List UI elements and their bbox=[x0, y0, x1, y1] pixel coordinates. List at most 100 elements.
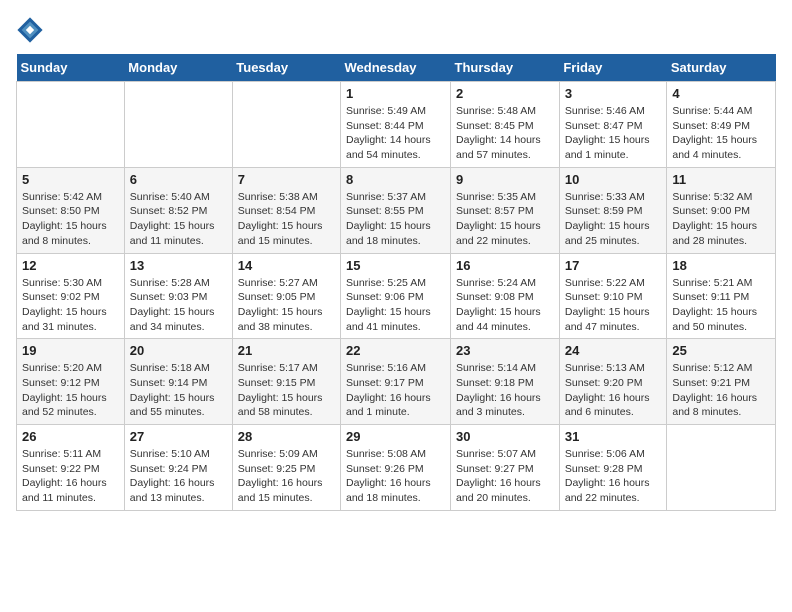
day-number: 10 bbox=[565, 172, 662, 187]
weekday-header-sunday: Sunday bbox=[17, 54, 125, 82]
weekday-header-tuesday: Tuesday bbox=[232, 54, 340, 82]
day-info: Sunrise: 5:20 AM Sunset: 9:12 PM Dayligh… bbox=[22, 361, 119, 420]
page-header bbox=[16, 16, 776, 44]
day-number: 24 bbox=[565, 343, 662, 358]
day-info: Sunrise: 5:27 AM Sunset: 9:05 PM Dayligh… bbox=[238, 276, 335, 335]
day-number: 19 bbox=[22, 343, 119, 358]
calendar-cell: 10 Sunrise: 5:33 AM Sunset: 8:59 PM Dayli… bbox=[559, 167, 667, 253]
day-info: Sunrise: 5:44 AM Sunset: 8:49 PM Dayligh… bbox=[672, 104, 770, 163]
day-info: Sunrise: 5:10 AM Sunset: 9:24 PM Dayligh… bbox=[130, 447, 227, 506]
calendar-cell: 28 Sunrise: 5:09 AM Sunset: 9:25 PM Dayli… bbox=[232, 425, 340, 511]
calendar-cell bbox=[17, 82, 125, 168]
day-info: Sunrise: 5:18 AM Sunset: 9:14 PM Dayligh… bbox=[130, 361, 227, 420]
day-info: Sunrise: 5:14 AM Sunset: 9:18 PM Dayligh… bbox=[456, 361, 554, 420]
calendar-cell: 26 Sunrise: 5:11 AM Sunset: 9:22 PM Dayli… bbox=[17, 425, 125, 511]
day-info: Sunrise: 5:07 AM Sunset: 9:27 PM Dayligh… bbox=[456, 447, 554, 506]
day-number: 3 bbox=[565, 86, 662, 101]
day-info: Sunrise: 5:21 AM Sunset: 9:11 PM Dayligh… bbox=[672, 276, 770, 335]
calendar-cell: 8 Sunrise: 5:37 AM Sunset: 8:55 PM Daylig… bbox=[341, 167, 451, 253]
calendar-cell: 27 Sunrise: 5:10 AM Sunset: 9:24 PM Dayli… bbox=[124, 425, 232, 511]
calendar-row-3: 19 Sunrise: 5:20 AM Sunset: 9:12 PM Dayli… bbox=[17, 339, 776, 425]
day-info: Sunrise: 5:22 AM Sunset: 9:10 PM Dayligh… bbox=[565, 276, 662, 335]
day-number: 11 bbox=[672, 172, 770, 187]
day-info: Sunrise: 5:40 AM Sunset: 8:52 PM Dayligh… bbox=[130, 190, 227, 249]
weekday-header-thursday: Thursday bbox=[451, 54, 560, 82]
calendar-row-4: 26 Sunrise: 5:11 AM Sunset: 9:22 PM Dayli… bbox=[17, 425, 776, 511]
calendar-cell: 25Sunrise: 5:12 AM Sunset: 9:21 PM Dayli… bbox=[667, 339, 776, 425]
day-info: Sunrise: 5:16 AM Sunset: 9:17 PM Dayligh… bbox=[346, 361, 445, 420]
calendar-row-1: 5 Sunrise: 5:42 AM Sunset: 8:50 PM Daylig… bbox=[17, 167, 776, 253]
calendar-table: SundayMondayTuesdayWednesdayThursdayFrid… bbox=[16, 54, 776, 511]
calendar-cell bbox=[232, 82, 340, 168]
day-number: 14 bbox=[238, 258, 335, 273]
calendar-cell: 14 Sunrise: 5:27 AM Sunset: 9:05 PM Dayli… bbox=[232, 253, 340, 339]
day-number: 1 bbox=[346, 86, 445, 101]
calendar-row-2: 12 Sunrise: 5:30 AM Sunset: 9:02 PM Dayli… bbox=[17, 253, 776, 339]
calendar-cell: 1 Sunrise: 5:49 AM Sunset: 8:44 PM Daylig… bbox=[341, 82, 451, 168]
calendar-cell: 6 Sunrise: 5:40 AM Sunset: 8:52 PM Daylig… bbox=[124, 167, 232, 253]
calendar-cell: 3Sunrise: 5:46 AM Sunset: 8:47 PM Daylig… bbox=[559, 82, 667, 168]
day-info: Sunrise: 5:38 AM Sunset: 8:54 PM Dayligh… bbox=[238, 190, 335, 249]
day-number: 8 bbox=[346, 172, 445, 187]
day-number: 31 bbox=[565, 429, 662, 444]
weekday-header-monday: Monday bbox=[124, 54, 232, 82]
calendar-cell: 5 Sunrise: 5:42 AM Sunset: 8:50 PM Daylig… bbox=[17, 167, 125, 253]
day-number: 29 bbox=[346, 429, 445, 444]
calendar-cell: 19 Sunrise: 5:20 AM Sunset: 9:12 PM Dayli… bbox=[17, 339, 125, 425]
calendar-cell: 31 Sunrise: 5:06 AM Sunset: 9:28 PM Dayli… bbox=[559, 425, 667, 511]
calendar-cell bbox=[124, 82, 232, 168]
day-number: 23 bbox=[456, 343, 554, 358]
day-info: Sunrise: 5:17 AM Sunset: 9:15 PM Dayligh… bbox=[238, 361, 335, 420]
day-number: 30 bbox=[456, 429, 554, 444]
day-info: Sunrise: 5:06 AM Sunset: 9:28 PM Dayligh… bbox=[565, 447, 662, 506]
day-info: Sunrise: 5:37 AM Sunset: 8:55 PM Dayligh… bbox=[346, 190, 445, 249]
calendar-cell: 20 Sunrise: 5:18 AM Sunset: 9:14 PM Dayli… bbox=[124, 339, 232, 425]
day-number: 21 bbox=[238, 343, 335, 358]
day-number: 5 bbox=[22, 172, 119, 187]
day-number: 25 bbox=[672, 343, 770, 358]
calendar-cell: 21 Sunrise: 5:17 AM Sunset: 9:15 PM Dayli… bbox=[232, 339, 340, 425]
calendar-row-0: 1 Sunrise: 5:49 AM Sunset: 8:44 PM Daylig… bbox=[17, 82, 776, 168]
weekday-header-friday: Friday bbox=[559, 54, 667, 82]
day-number: 12 bbox=[22, 258, 119, 273]
day-info: Sunrise: 5:35 AM Sunset: 8:57 PM Dayligh… bbox=[456, 190, 554, 249]
day-info: Sunrise: 5:11 AM Sunset: 9:22 PM Dayligh… bbox=[22, 447, 119, 506]
day-info: Sunrise: 5:09 AM Sunset: 9:25 PM Dayligh… bbox=[238, 447, 335, 506]
calendar-cell: 22Sunrise: 5:16 AM Sunset: 9:17 PM Dayli… bbox=[341, 339, 451, 425]
calendar-cell: 9 Sunrise: 5:35 AM Sunset: 8:57 PM Daylig… bbox=[451, 167, 560, 253]
calendar-cell: 4 Sunrise: 5:44 AM Sunset: 8:49 PM Daylig… bbox=[667, 82, 776, 168]
day-number: 2 bbox=[456, 86, 554, 101]
day-number: 6 bbox=[130, 172, 227, 187]
day-info: Sunrise: 5:08 AM Sunset: 9:26 PM Dayligh… bbox=[346, 447, 445, 506]
calendar-cell: 24 Sunrise: 5:13 AM Sunset: 9:20 PM Dayli… bbox=[559, 339, 667, 425]
day-info: Sunrise: 5:30 AM Sunset: 9:02 PM Dayligh… bbox=[22, 276, 119, 335]
day-info: Sunrise: 5:13 AM Sunset: 9:20 PM Dayligh… bbox=[565, 361, 662, 420]
calendar-cell: 29 Sunrise: 5:08 AM Sunset: 9:26 PM Dayli… bbox=[341, 425, 451, 511]
day-number: 20 bbox=[130, 343, 227, 358]
day-number: 15 bbox=[346, 258, 445, 273]
calendar-cell: 2Sunrise: 5:48 AM Sunset: 8:45 PM Daylig… bbox=[451, 82, 560, 168]
day-number: 16 bbox=[456, 258, 554, 273]
day-number: 4 bbox=[672, 86, 770, 101]
day-info: Sunrise: 5:32 AM Sunset: 9:00 PM Dayligh… bbox=[672, 190, 770, 249]
calendar-cell: 18Sunrise: 5:21 AM Sunset: 9:11 PM Dayli… bbox=[667, 253, 776, 339]
calendar-cell: 15 Sunrise: 5:25 AM Sunset: 9:06 PM Dayli… bbox=[341, 253, 451, 339]
day-number: 28 bbox=[238, 429, 335, 444]
day-info: Sunrise: 5:49 AM Sunset: 8:44 PM Dayligh… bbox=[346, 104, 445, 163]
day-number: 7 bbox=[238, 172, 335, 187]
day-info: Sunrise: 5:25 AM Sunset: 9:06 PM Dayligh… bbox=[346, 276, 445, 335]
calendar-cell: 17Sunrise: 5:22 AM Sunset: 9:10 PM Dayli… bbox=[559, 253, 667, 339]
day-info: Sunrise: 5:42 AM Sunset: 8:50 PM Dayligh… bbox=[22, 190, 119, 249]
day-number: 26 bbox=[22, 429, 119, 444]
day-number: 9 bbox=[456, 172, 554, 187]
logo bbox=[16, 16, 48, 44]
calendar-cell: 30 Sunrise: 5:07 AM Sunset: 9:27 PM Dayli… bbox=[451, 425, 560, 511]
calendar-cell: 23 Sunrise: 5:14 AM Sunset: 9:18 PM Dayli… bbox=[451, 339, 560, 425]
day-info: Sunrise: 5:33 AM Sunset: 8:59 PM Dayligh… bbox=[565, 190, 662, 249]
day-number: 27 bbox=[130, 429, 227, 444]
day-info: Sunrise: 5:24 AM Sunset: 9:08 PM Dayligh… bbox=[456, 276, 554, 335]
day-info: Sunrise: 5:28 AM Sunset: 9:03 PM Dayligh… bbox=[130, 276, 227, 335]
calendar-cell: 12 Sunrise: 5:30 AM Sunset: 9:02 PM Dayli… bbox=[17, 253, 125, 339]
day-number: 13 bbox=[130, 258, 227, 273]
calendar-cell: 13 Sunrise: 5:28 AM Sunset: 9:03 PM Dayli… bbox=[124, 253, 232, 339]
